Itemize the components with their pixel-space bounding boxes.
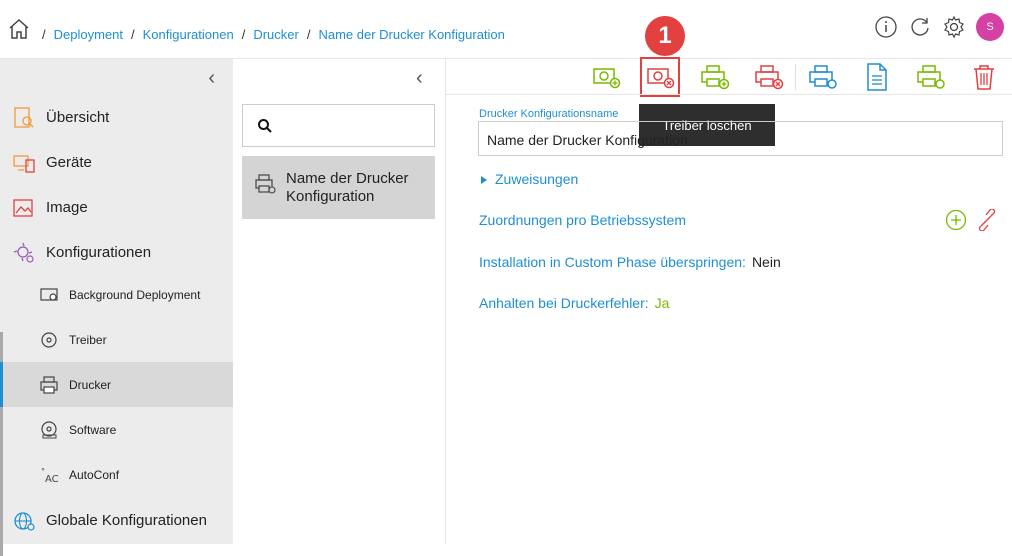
sidebar-subitem-label: Background Deployment [69,287,201,302]
assignments-toggle[interactable]: Zuweisungen [481,171,578,187]
svg-text:AC: AC [45,474,59,485]
config-name-field[interactable]: Name der Drucker Konfiguration [478,121,1003,156]
breadcrumb-konfigurationen[interactable]: Konfigurationen [143,27,234,42]
background-deployment-icon [40,287,58,301]
toolbar-bottom-divider [446,94,1012,95]
top-bar: / Deployment / Konfigurationen / Drucker… [0,0,1012,59]
sidebar-item-geraete[interactable]: Geräte [0,140,233,185]
sidebar-subitem-label: Software [69,422,117,437]
software-icon [41,420,57,438]
sidebar-item-uebersicht[interactable]: Übersicht [0,95,233,140]
halt-on-error-value[interactable]: Ja [655,295,670,311]
sidebar-item-label: Image [46,199,88,216]
sidebar: ‹ Übersicht Geräte Image Konfigurationen [0,59,233,556]
delete-printer-button[interactable] [752,61,784,93]
delete-driver-button[interactable] [640,57,680,97]
driver-icon [41,331,57,348]
list-collapse-chevron-icon[interactable]: ‹ [416,67,423,90]
sidebar-item-label: Geräte [46,154,92,171]
breadcrumb: / Deployment / Konfigurationen / Drucker… [42,27,505,42]
avatar[interactable]: S [976,13,1004,41]
caret-right-icon [481,176,487,185]
add-printer-button[interactable] [698,61,730,93]
sidebar-item-konfigurationen[interactable]: Konfigurationen [0,230,233,275]
overview-icon [14,106,34,128]
sidebar-subitem-label: AutoConf [69,467,120,482]
add-driver-button[interactable] [590,61,622,93]
add-circle-icon[interactable] [945,209,967,231]
copy-button[interactable] [860,61,892,93]
printer-icon [40,375,58,394]
skip-custom-phase-label: Installation in Custom Phase überspringe… [479,254,746,270]
unlink-icon[interactable] [976,209,998,231]
sidebar-item-globale-konfigurationen[interactable]: Globale Konfigurationen [0,498,233,543]
refresh-icon[interactable] [908,15,932,39]
toolbar [590,57,1012,97]
global-config-icon [14,511,35,531]
os-mapping-label: Zuordnungen pro Betriebssystem [479,212,686,228]
sidebar-item-label: Globale Konfigurationen [46,512,207,529]
sidebar-collapse-chevron-icon[interactable]: ‹ [208,67,215,90]
sidebar-subitem-treiber[interactable]: Treiber [0,317,233,362]
skip-custom-phase-value[interactable]: Nein [752,254,781,270]
sidebar-subitem-autoconf[interactable]: ° AC AutoConf [0,452,233,497]
delete-printer-icon [755,65,784,90]
search-icon [258,119,272,133]
add-driver-icon [593,68,621,89]
sidebar-subitem-drucker[interactable]: Drucker [0,362,233,407]
toolbar-divider [795,64,796,90]
skip-custom-phase-row: Installation in Custom Phase überspringe… [479,254,781,270]
printer-config-icon [255,174,276,194]
add-printer-icon [701,65,730,90]
document-icon [867,63,887,91]
devices-icon [13,154,35,173]
breadcrumb-deployment[interactable]: Deployment [54,27,123,42]
breadcrumb-current[interactable]: Name der Drucker Konfiguration [318,27,504,42]
delete-driver-icon [647,68,675,89]
breadcrumb-drucker[interactable]: Drucker [253,27,299,42]
list-item[interactable]: Name der Drucker Konfiguration [242,156,435,219]
sidebar-item-label: Übersicht [46,109,110,126]
assignments-label: Zuweisungen [495,171,579,187]
sidebar-subitem-label: Treiber [69,332,107,347]
delete-button[interactable] [968,61,1000,93]
sidebar-subitem-software[interactable]: Software [0,407,233,452]
search-input[interactable] [242,104,435,147]
sidebar-subitem-background-deployment[interactable]: Background Deployment [0,272,233,317]
info-icon[interactable] [874,15,898,39]
sidebar-item-label: Konfigurationen [46,244,152,261]
gear-icon[interactable] [942,15,966,39]
halt-on-error-row: Anhalten bei Druckerfehler: Ja [479,295,669,311]
sidebar-item-image[interactable]: Image [0,185,233,230]
home-icon[interactable] [7,17,31,41]
printer-deploy-button[interactable] [914,61,946,93]
halt-on-error-label: Anhalten bei Druckerfehler: [479,295,649,311]
configurations-icon [13,242,34,263]
autoconf-icon: ° AC [41,467,59,485]
list-panel: ‹ Name der Drucker Konfiguration [233,59,446,544]
printer-deploy-icon [917,65,945,89]
step-badge: 1 [645,16,685,56]
config-name-label: Drucker Konfigurationsname [479,108,619,120]
sidebar-subitem-label: Drucker [69,377,112,392]
printer-settings-button[interactable] [806,61,838,93]
trash-icon [974,65,994,90]
list-item-label: Name der Drucker Konfiguration [286,170,409,205]
image-icon [13,198,33,217]
printer-settings-icon [809,65,837,89]
